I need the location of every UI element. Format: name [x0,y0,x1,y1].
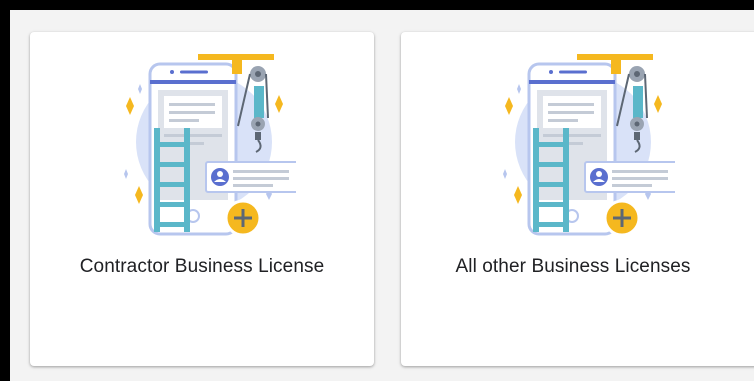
card-title: All other Business Licenses [455,256,691,277]
license-illustration-icon [503,54,675,236]
card-title: Contractor Business License [79,256,325,277]
license-illustration-icon [124,54,296,236]
other-licenses-card[interactable]: All other Business Licenses [401,32,754,366]
contractor-license-card[interactable]: Contractor Business License [30,32,374,366]
license-selection-panel: Contractor Business License All other Bu… [10,10,754,381]
